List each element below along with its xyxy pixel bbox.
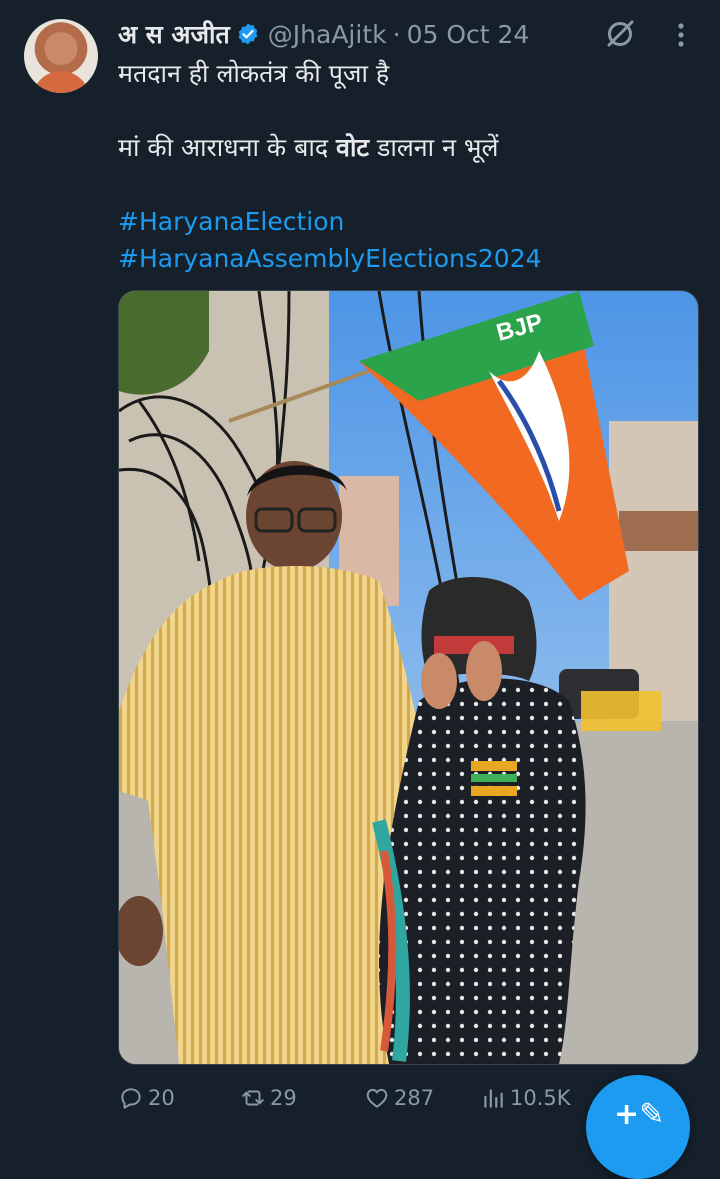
author-handle[interactable]: @JhaAjitk <box>268 20 387 49</box>
author-avatar[interactable] <box>24 19 98 93</box>
repost-count: 29 <box>270 1086 297 1110</box>
tweet-bold-word: वोट <box>336 133 370 162</box>
reply-icon <box>121 1088 141 1109</box>
views-count: 10.5K <box>510 1086 571 1110</box>
like-action[interactable]: 287 <box>364 1082 434 1114</box>
verified-badge-icon <box>238 23 258 45</box>
views-action[interactable]: 10.5K <box>480 1082 571 1114</box>
reply-count: 20 <box>148 1086 175 1110</box>
tweet-line-1: मतदान ही लोकतंत्र की पूजा है <box>118 59 390 88</box>
repost-action[interactable]: 29 <box>240 1082 297 1114</box>
header-separator: · <box>392 19 401 49</box>
views-icon <box>484 1089 503 1108</box>
more-options-icon[interactable] <box>669 18 693 52</box>
tweet-date[interactable]: 05 Oct 24 <box>407 20 530 49</box>
repost-icon <box>242 1090 264 1106</box>
tweet-line-2: मां की आराधना के बाद वोट डालना न भूलें <box>118 129 698 166</box>
tweet-text: मतदान ही लोकतंत्र की पूजा है मां की आराध… <box>118 55 698 277</box>
heart-icon <box>366 1088 388 1108</box>
tweet-photo[interactable]: BJP <box>118 290 699 1065</box>
compose-post-button[interactable]: +✎ <box>586 1075 690 1179</box>
hashtag-haryana-assembly-elections[interactable]: #HaryanaAssemblyElections2024 <box>118 244 542 273</box>
photo-right-balcony <box>619 511 698 551</box>
grok-icon[interactable] <box>604 18 636 50</box>
photo-blurred-plate <box>581 691 661 731</box>
tweet-line-2-end: डालना न भूलें <box>369 133 499 162</box>
hashtag-haryana-election[interactable]: #HaryanaElection <box>118 207 344 236</box>
compose-icon: +✎ <box>614 1097 665 1132</box>
tweet-header: अ स अजीत @JhaAjitk · 05 Oct 24 <box>118 16 529 52</box>
tweet-line-2-start: मां की आराधना के बाद <box>118 133 337 162</box>
like-count: 287 <box>394 1086 435 1110</box>
reply-action[interactable]: 20 <box>118 1082 175 1114</box>
author-display-name[interactable]: अ स अजीत <box>118 17 230 51</box>
avatar-shirt <box>32 71 90 93</box>
